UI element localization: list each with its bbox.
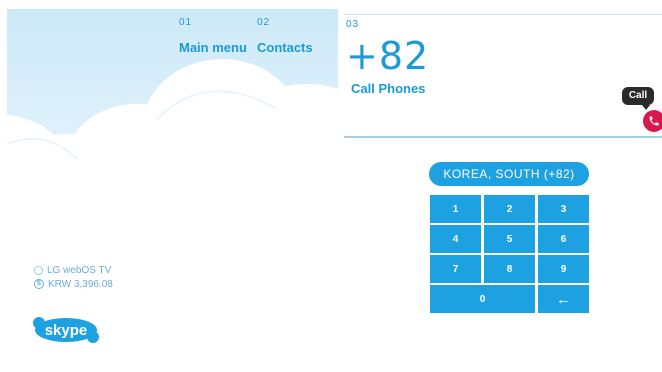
left-panel: 01 Main menu 02 Contacts LG webOS TV $ K… [7, 9, 338, 372]
key-4[interactable]: 4 [430, 225, 481, 253]
device-name: LG webOS TV [47, 264, 112, 276]
nav-contacts-label[interactable]: Contacts [257, 40, 313, 55]
dialer-step-number: 03 [346, 19, 360, 30]
credit-dollar-icon: $ [34, 279, 44, 289]
top-divider [344, 14, 662, 15]
nav-contacts-number: 02 [257, 17, 271, 28]
call-tooltip: Call [622, 87, 654, 110]
phone-icon [649, 116, 659, 126]
key-6[interactable]: 6 [538, 225, 589, 253]
nav-main-menu-label[interactable]: Main menu [179, 40, 247, 55]
country-selector[interactable]: KOREA, SOUTH (+82) [429, 162, 589, 186]
key-5[interactable]: 5 [484, 225, 535, 253]
key-8[interactable]: 8 [484, 255, 535, 283]
nav-contacts[interactable]: 02 Contacts [257, 17, 313, 55]
backspace-key[interactable]: ← [538, 285, 589, 313]
key-1[interactable]: 1 [430, 195, 481, 223]
key-2[interactable]: 2 [484, 195, 535, 223]
nav-main-menu-number: 01 [179, 17, 193, 28]
key-7[interactable]: 7 [430, 255, 481, 283]
backspace-arrow-icon: ← [556, 290, 571, 308]
key-9[interactable]: 9 [538, 255, 589, 283]
credit-balance: KRW 3,396.08 [48, 278, 113, 290]
skype-logo: skype [33, 317, 99, 343]
mid-divider [344, 136, 662, 138]
dialer-panel: 03 +82 Call Phones Call KOREA, SOUTH (+8… [344, 0, 662, 372]
credit-row: $ KRW 3,396.08 [34, 277, 113, 291]
account-info: LG webOS TV $ KRW 3,396.08 [34, 263, 113, 291]
device-row: LG webOS TV [34, 263, 113, 277]
status-circle-icon [34, 265, 43, 275]
nav-main-menu[interactable]: 01 Main menu [179, 17, 247, 55]
key-3[interactable]: 3 [538, 195, 589, 223]
dialed-number-display: +82 [346, 34, 430, 78]
skype-logo-text: skype [45, 322, 88, 339]
call-button[interactable] [643, 110, 662, 132]
call-phones-title: Call Phones [351, 81, 426, 96]
key-0[interactable]: 0 [430, 285, 535, 313]
